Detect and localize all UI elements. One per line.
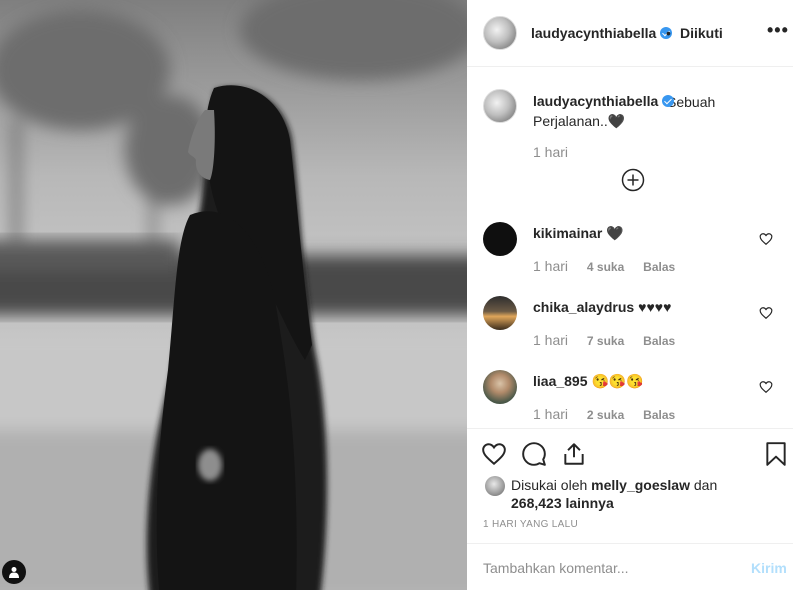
liker-avatar[interactable] bbox=[485, 476, 505, 496]
comment-likes[interactable]: 7 suka bbox=[587, 334, 624, 348]
header-separator: • bbox=[666, 25, 671, 41]
post-details-panel: laudyacynthiabella • Diikuti ••• Sebuah … bbox=[467, 0, 793, 590]
likes-count[interactable]: 268,423 lainnya bbox=[511, 495, 614, 511]
caption-time[interactable]: 1 hari bbox=[533, 144, 568, 160]
heart-outline-icon[interactable] bbox=[759, 232, 773, 246]
share-icon[interactable] bbox=[561, 441, 587, 467]
commenter-avatar[interactable] bbox=[483, 296, 517, 330]
add-comment-bar: Tambahkan komentar... Kirim bbox=[467, 543, 793, 590]
caption-username[interactable]: laudyacynthiabella bbox=[533, 93, 675, 109]
comment-icon[interactable] bbox=[521, 441, 547, 467]
comment-time[interactable]: 1 hari bbox=[533, 258, 568, 274]
posted-time[interactable]: 1 HARI YANG LALU bbox=[483, 519, 578, 530]
author-username[interactable]: laudyacynthiabella bbox=[531, 25, 673, 41]
heart-outline-icon[interactable] bbox=[759, 306, 773, 320]
caption-avatar[interactable] bbox=[483, 89, 517, 123]
post-comment-button[interactable]: Kirim bbox=[751, 560, 787, 576]
verified-badge-icon bbox=[662, 95, 675, 107]
comment-text: 😘😘😘 bbox=[591, 373, 644, 389]
comment-text: 🖤 bbox=[606, 225, 624, 241]
comment-text: ♥♥♥♥ bbox=[638, 299, 672, 315]
comment-time[interactable]: 1 hari bbox=[533, 332, 568, 348]
author-avatar[interactable] bbox=[483, 16, 517, 50]
commenter-avatar[interactable] bbox=[483, 222, 517, 256]
follow-status-button[interactable]: Diikuti bbox=[680, 25, 723, 41]
post-header: laudyacynthiabella • Diikuti ••• bbox=[467, 0, 793, 67]
reply-button[interactable]: Balas bbox=[643, 334, 675, 348]
photo-image bbox=[0, 0, 467, 590]
liked-by-text: Disukai oleh melly_goeslaw dan 268,423 l… bbox=[511, 477, 718, 511]
commenter-avatar[interactable] bbox=[483, 370, 517, 404]
comment-time[interactable]: 1 hari bbox=[533, 406, 568, 422]
more-horizontal-icon[interactable]: ••• bbox=[767, 21, 789, 39]
liker-username[interactable]: melly_goeslaw bbox=[591, 477, 690, 493]
comment-input[interactable]: Tambahkan komentar... bbox=[483, 560, 629, 576]
comment-likes[interactable]: 2 suka bbox=[587, 408, 624, 422]
tagged-people-icon[interactable] bbox=[2, 560, 26, 584]
post-actions: Disukai oleh melly_goeslaw dan 268,423 l… bbox=[467, 428, 793, 543]
post-photo[interactable] bbox=[0, 0, 467, 590]
heart-outline-icon[interactable] bbox=[759, 380, 773, 394]
reply-button[interactable]: Balas bbox=[643, 260, 675, 274]
comment-username[interactable]: chika_alaydrus ♥♥♥♥ bbox=[533, 299, 671, 315]
reply-button[interactable]: Balas bbox=[643, 408, 675, 422]
bookmark-icon[interactable] bbox=[763, 441, 789, 467]
heart-outline-icon[interactable] bbox=[481, 441, 507, 467]
comment-meta: 1 hari 4 suka Balas bbox=[533, 258, 675, 274]
comment-username[interactable]: kikimainar 🖤 bbox=[533, 225, 624, 242]
comment-username[interactable]: liaa_895 😘😘😘 bbox=[533, 373, 644, 390]
comment-likes[interactable]: 4 suka bbox=[587, 260, 624, 274]
comment-meta: 1 hari 7 suka Balas bbox=[533, 332, 675, 348]
comment-meta: 1 hari 2 suka Balas bbox=[533, 406, 675, 422]
plus-circle-icon[interactable] bbox=[621, 168, 645, 192]
